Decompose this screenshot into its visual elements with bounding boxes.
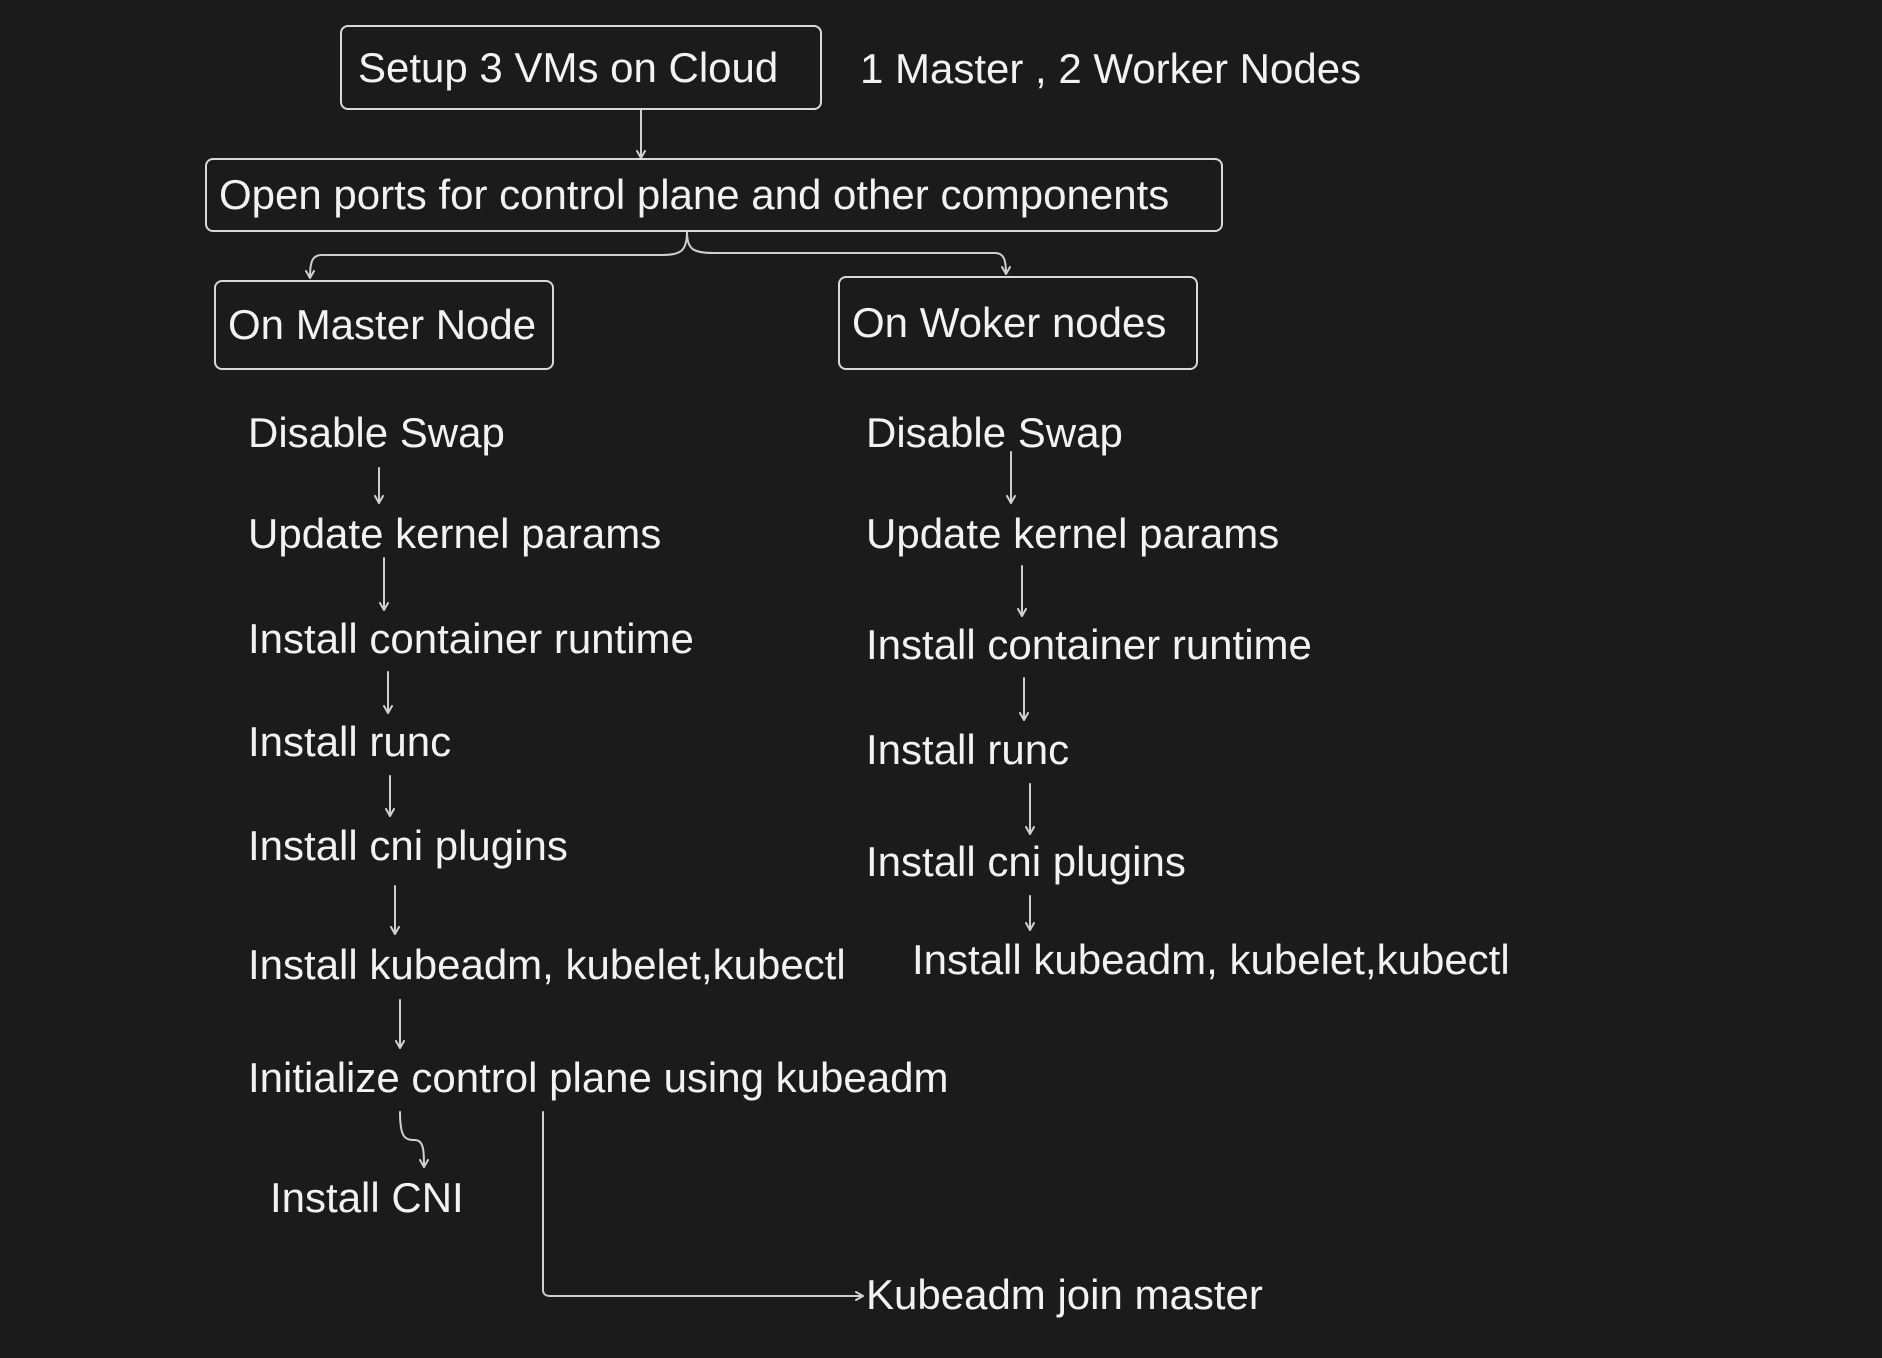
open-ports-box: Open ports for control plane and other c… xyxy=(205,158,1223,232)
arrow-ports-to-master xyxy=(305,231,688,279)
worker-step-kube-tools: Install kubeadm, kubelet,kubectl xyxy=(912,936,1510,983)
master-step-disable-swap: Disable Swap xyxy=(248,409,505,456)
master-step-update-kernel: Update kernel params xyxy=(248,510,662,557)
worker-step-disable-swap: Disable Swap xyxy=(866,409,1123,456)
worker-step-update-kernel: Update kernel params xyxy=(866,510,1280,557)
flow-diagram: Setup 3 VMs on Cloud 1 Master , 2 Worker… xyxy=(0,0,1882,1358)
arrow-ports-to-worker xyxy=(686,231,1011,275)
open-ports-label: Open ports for control plane and other c… xyxy=(219,171,1170,218)
master-step-cni-plugins: Install cni plugins xyxy=(248,822,568,869)
arrow-init-to-join xyxy=(542,1111,864,1301)
master-node-label: On Master Node xyxy=(228,301,537,348)
setup-vms-label: Setup 3 VMs on Cloud xyxy=(358,43,779,91)
worker-step-runc: Install runc xyxy=(866,726,1070,773)
setup-vms-box: Setup 3 VMs on Cloud xyxy=(340,25,822,110)
master-step-runc: Install runc xyxy=(248,718,452,765)
worker-step-container-runtime: Install container runtime xyxy=(866,621,1312,668)
arrow-master-7 xyxy=(399,1111,429,1168)
kubeadm-join-master: Kubeadm join master xyxy=(866,1271,1263,1318)
node-count-note: 1 Master , 2 Worker Nodes xyxy=(860,45,1362,92)
master-step-container-runtime: Install container runtime xyxy=(248,615,694,662)
master-step-install-cni: Install CNI xyxy=(270,1174,464,1221)
worker-nodes-box: On Woker nodes xyxy=(838,276,1198,370)
master-node-box: On Master Node xyxy=(214,280,554,370)
master-step-init-control-plane: Initialize control plane using kubeadm xyxy=(248,1054,949,1101)
worker-step-cni-plugins: Install cni plugins xyxy=(866,838,1186,885)
worker-nodes-label: On Woker nodes xyxy=(852,299,1167,346)
master-step-kube-tools: Install kubeadm, kubelet,kubectl xyxy=(248,941,846,988)
